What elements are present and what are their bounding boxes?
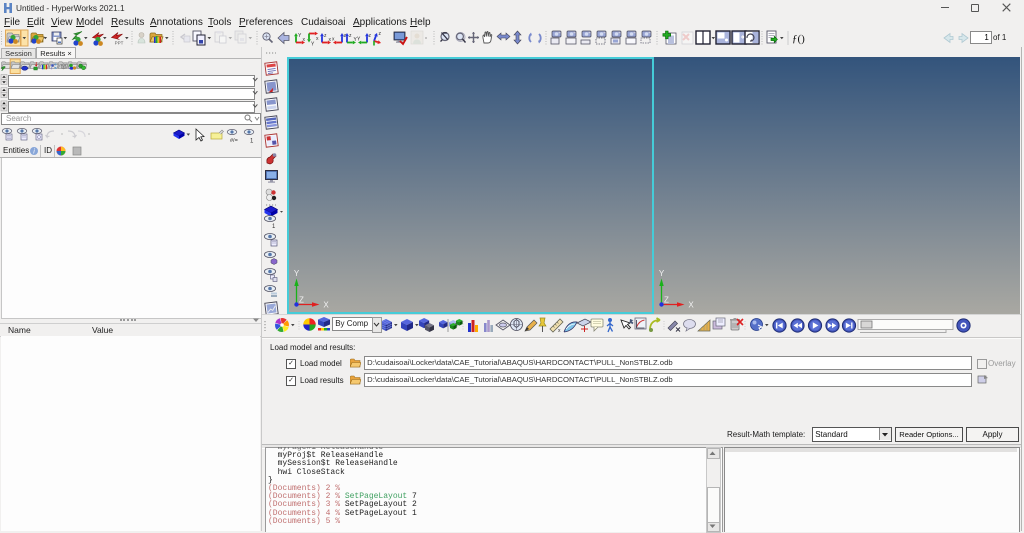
svg-text:1: 1 [272,224,276,230]
svg-text:Y: Y [658,269,664,278]
svg-text:X: X [688,301,694,310]
svg-text:Y: Y [298,33,302,39]
svg-text:z: z [349,33,352,39]
svg-text:Z: Z [299,296,304,305]
svg-text:Y: Y [294,269,300,278]
svg-text:x: x [316,36,319,42]
svg-text:x: x [558,328,561,334]
svg-text:PPT: PPT [115,41,124,46]
svg-text:ƒ(): ƒ() [792,33,805,45]
svg-text:z: z [324,33,327,39]
svg-text:Y: Y [311,42,315,48]
svg-text:X: X [323,301,329,310]
svg-text:z: z [379,31,382,37]
svg-text:Z: Z [664,296,669,305]
svg-text:x: x [303,37,306,43]
svg-text:z: z [369,33,372,39]
